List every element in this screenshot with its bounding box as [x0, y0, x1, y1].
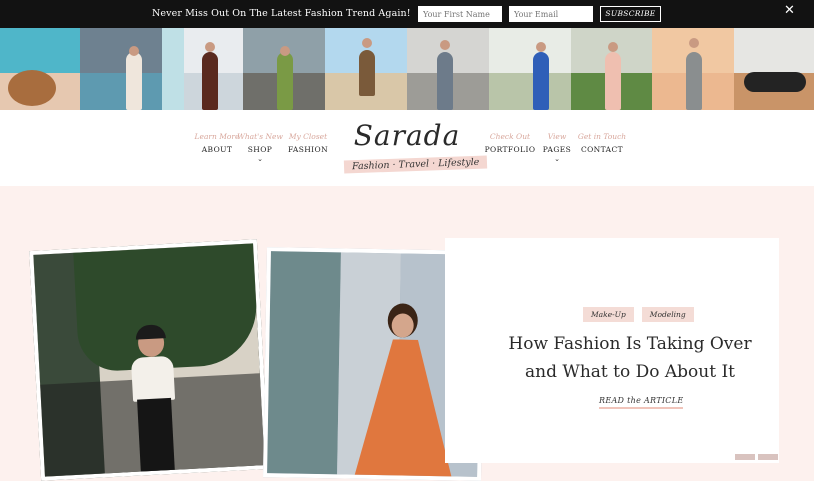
tag-modeling[interactable]: Modeling — [641, 307, 694, 322]
strip-photo[interactable] — [652, 28, 735, 110]
nav-subtitle: My Closet — [288, 132, 328, 141]
email-input[interactable] — [509, 6, 593, 22]
strip-photo[interactable] — [488, 28, 571, 110]
strip-photo[interactable] — [570, 28, 653, 110]
article-title-line: and What to Do About It — [524, 362, 736, 382]
strip-photo[interactable] — [406, 28, 489, 110]
strip-photo[interactable] — [243, 28, 326, 110]
article-title-line: How Fashion Is Taking Over — [508, 334, 752, 354]
prev-arrow-button[interactable] — [735, 454, 755, 460]
article-tags: Make-Up Modeling — [583, 307, 694, 322]
nav-subtitle: Get in Touch — [577, 132, 627, 141]
nav-label: CONTACT — [581, 145, 623, 154]
logo-tagline: Fashion · Travel · Lifestyle — [343, 155, 488, 174]
featured-photo[interactable] — [29, 239, 269, 481]
main-nav: Learn More ABOUT What's New SHOP ⌄ My Cl… — [0, 110, 814, 186]
strip-photo[interactable] — [161, 28, 244, 110]
chevron-down-icon: ⌄ — [257, 155, 263, 163]
strip-photo[interactable] — [734, 28, 814, 110]
logo-name: Sarada — [353, 119, 461, 152]
strip-photo[interactable] — [0, 28, 80, 110]
nav-item-fashion[interactable]: My Closet FASHION — [273, 132, 343, 154]
chevron-down-icon: ⌄ — [554, 155, 560, 163]
nav-item-contact[interactable]: Get in Touch CONTACT — [567, 132, 637, 154]
subscribe-message: Never Miss Out On The Latest Fashion Tre… — [152, 8, 411, 19]
strip-photo[interactable] — [79, 28, 162, 110]
strip-photo[interactable] — [325, 28, 407, 110]
close-icon[interactable]: ✕ — [784, 4, 795, 18]
read-article-link[interactable]: READ the ARTICLE — [599, 396, 684, 409]
nav-label: FASHION — [287, 145, 329, 154]
tag-makeup[interactable]: Make-Up — [583, 307, 634, 322]
instagram-strip — [0, 28, 814, 110]
subscribe-bar: Never Miss Out On The Latest Fashion Tre… — [0, 0, 814, 28]
first-name-input[interactable] — [418, 6, 502, 22]
subscribe-button[interactable]: SUBSCRIBE — [600, 6, 661, 22]
next-arrow-button[interactable] — [758, 454, 778, 460]
article-title[interactable]: How Fashion Is Taking Over and What to D… — [480, 330, 780, 386]
site-logo[interactable]: Sarada Fashion · Travel · Lifestyle — [343, 119, 488, 182]
